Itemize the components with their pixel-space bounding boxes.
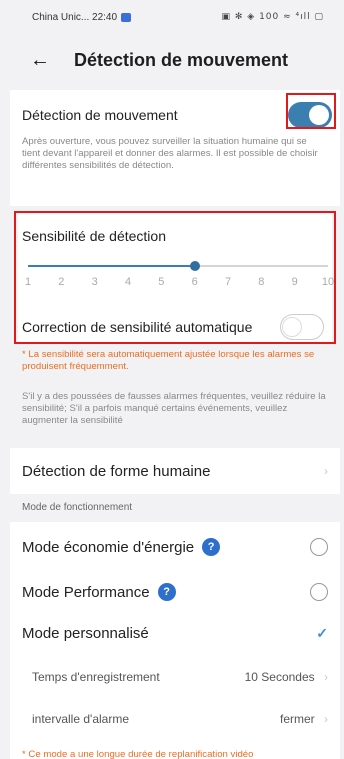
record-time-label: Temps d'enregistrement bbox=[32, 670, 160, 684]
human-detection-row[interactable]: Détection de forme humaine › bbox=[10, 448, 340, 494]
motion-label: Détection de mouvement bbox=[22, 107, 178, 123]
custom-mode-label: Mode personnalisé bbox=[22, 625, 149, 642]
check-icon: ✓ bbox=[316, 625, 328, 641]
highlight-sensitivity bbox=[14, 211, 336, 344]
eco-mode-radio[interactable] bbox=[310, 538, 328, 556]
modes-card: Mode économie d'énergie ? Mode Performan… bbox=[10, 522, 340, 759]
performance-mode-label: Mode Performance bbox=[22, 583, 150, 601]
sim-icon bbox=[121, 12, 132, 22]
eco-mode-title: Mode économie d'énergie ? bbox=[22, 538, 221, 556]
performance-mode-title: Mode Performance ? bbox=[22, 583, 176, 601]
record-time-row[interactable]: Temps d'enregistrement 10 Secondes › bbox=[32, 670, 328, 684]
motion-description: Après ouverture, vous pouvez surveiller … bbox=[22, 136, 318, 171]
chevron-right-icon: › bbox=[324, 464, 328, 478]
alarm-interval-label: intervalle d'alarme bbox=[32, 712, 130, 726]
eco-mode-row[interactable]: Mode économie d'énergie ? bbox=[22, 538, 328, 556]
eco-mode-label: Mode économie d'énergie bbox=[22, 538, 195, 556]
page-title: Détection de mouvement bbox=[74, 49, 289, 70]
custom-mode-row[interactable]: Mode personnalisé ✓ bbox=[22, 625, 328, 642]
status-icons: ▣ ✻ ◈ 100 ≈ ⁴ıll ▢ bbox=[221, 12, 324, 22]
alarm-interval-value: fermer bbox=[279, 712, 315, 726]
alarm-interval-row[interactable]: intervalle d'alarme fermer › bbox=[32, 712, 328, 726]
help-icon[interactable]: ? bbox=[157, 583, 176, 601]
auto-sensitivity-warning: * La sensibilité sera automatiquement aj… bbox=[22, 349, 315, 372]
custom-mode-warning: * Ce mode a une longue durée de replanif… bbox=[22, 749, 254, 759]
app-header: ← Détection de mouvement bbox=[0, 34, 344, 86]
performance-mode-row[interactable]: Mode Performance ? bbox=[22, 583, 328, 601]
record-time-value: 10 Secondes bbox=[244, 670, 315, 684]
status-bar: China Unic... 22:40 ▣ ✻ ◈ 100 ≈ ⁴ıll ▢ bbox=[0, 0, 344, 34]
highlight-toggle bbox=[286, 93, 336, 129]
back-arrow-icon[interactable]: ← bbox=[30, 49, 74, 72]
carrier-time: China Unic... 22:40 bbox=[32, 11, 118, 23]
chevron-right-icon: › bbox=[324, 712, 328, 726]
sensitivity-advice: S'il y a des poussées de fausses alarmes… bbox=[22, 391, 326, 426]
performance-mode-radio[interactable] bbox=[310, 583, 328, 601]
alarm-interval-value-group: fermer › bbox=[280, 712, 328, 726]
record-time-value-group: 10 Secondes › bbox=[245, 670, 328, 684]
help-icon[interactable]: ? bbox=[202, 538, 221, 556]
chevron-right-icon: › bbox=[324, 670, 328, 684]
mode-section-label: Mode de fonctionnement bbox=[22, 502, 133, 513]
human-detection-label: Détection de forme humaine bbox=[22, 462, 211, 480]
